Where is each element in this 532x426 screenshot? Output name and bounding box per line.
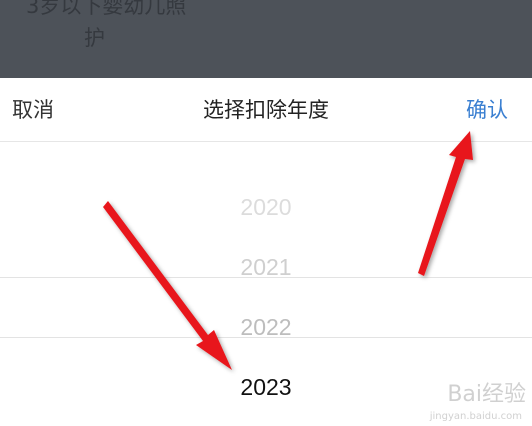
backdrop-item-text-continued: 护	[84, 26, 105, 50]
confirm-button[interactable]: 确认	[466, 94, 508, 124]
selection-divider-bottom	[0, 337, 532, 338]
selection-divider-top	[0, 277, 532, 278]
year-picker-sheet: 取消 选择扣除年度 确认 2020 2021 2022 2023	[0, 78, 532, 426]
watermark-logo: Bai经验	[447, 382, 526, 407]
year-option-2021[interactable]: 2021	[0, 247, 532, 287]
watermark-url: jingyan.baidu.com	[429, 411, 522, 422]
dimmed-backdrop[interactable]: 3岁以下婴幼儿照 护	[0, 0, 532, 78]
year-option-2020[interactable]: 2020	[0, 187, 532, 227]
backdrop-item-text: 3岁以下婴幼儿照	[26, 0, 187, 18]
picker-title: 选择扣除年度	[203, 98, 329, 122]
year-option-2022[interactable]: 2022	[0, 307, 532, 347]
picker-header: 取消 选择扣除年度 确认	[0, 78, 532, 142]
cancel-button[interactable]: 取消	[12, 94, 54, 124]
